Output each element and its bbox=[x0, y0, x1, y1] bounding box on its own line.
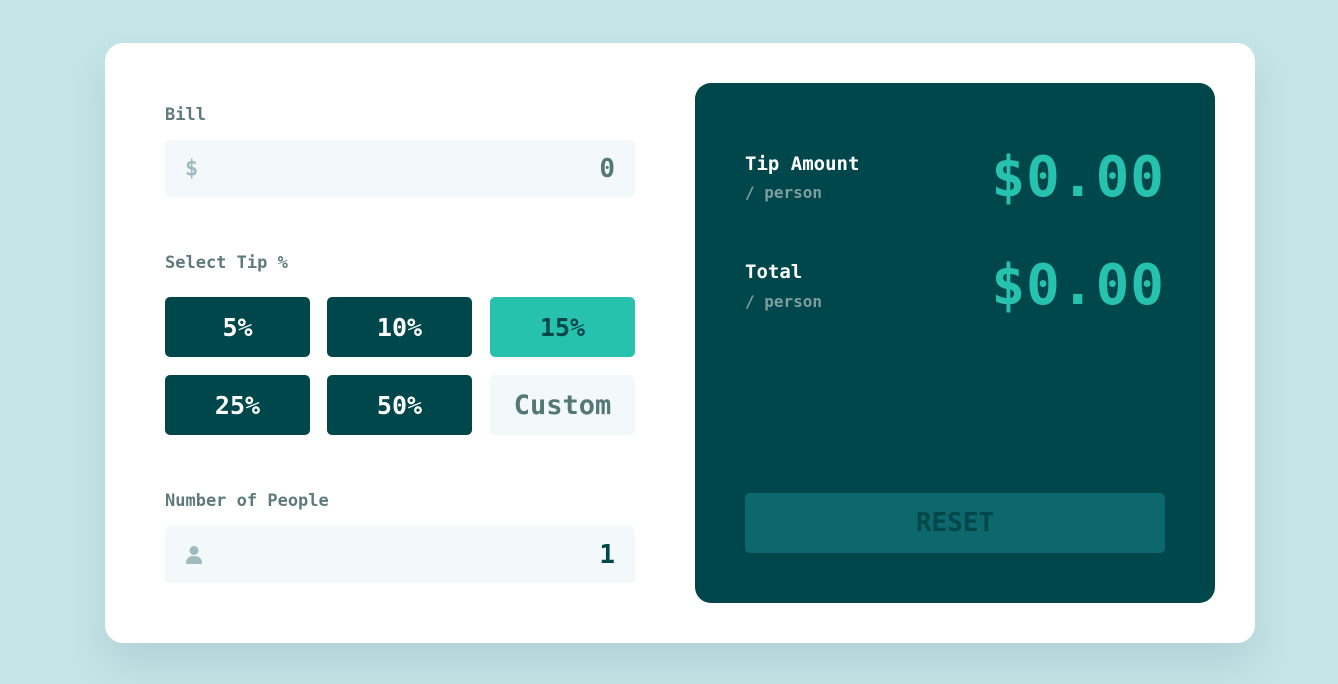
tip-button-25[interactable]: 25% bbox=[165, 375, 310, 435]
dollar-icon: $ bbox=[185, 156, 199, 181]
custom-tip-input[interactable]: Custom bbox=[490, 375, 635, 435]
tip-button-10[interactable]: 10% bbox=[327, 297, 472, 357]
tip-amount-sub: / person bbox=[745, 183, 823, 202]
reset-button[interactable]: RESET bbox=[745, 493, 1165, 553]
tip-amount-label: Tip Amount bbox=[745, 153, 860, 175]
people-value: 1 bbox=[599, 539, 615, 570]
select-tip-label: Select Tip % bbox=[165, 253, 288, 273]
tip-button-15[interactable]: 15% bbox=[490, 297, 635, 357]
total-label: Total bbox=[745, 261, 803, 283]
bill-label: Bill bbox=[165, 105, 206, 125]
tip-amount-value: $0.00 bbox=[991, 145, 1165, 210]
bill-input[interactable]: $ 0 bbox=[165, 140, 635, 197]
tip-button-5[interactable]: 5% bbox=[165, 297, 310, 357]
bill-value: 0 bbox=[599, 153, 615, 184]
total-sub: / person bbox=[745, 292, 823, 311]
person-icon bbox=[185, 545, 203, 565]
results-panel: Tip Amount / person $0.00 Total / person… bbox=[695, 83, 1215, 603]
people-label: Number of People bbox=[165, 491, 329, 511]
tip-button-50[interactable]: 50% bbox=[327, 375, 472, 435]
total-value: $0.00 bbox=[991, 253, 1165, 318]
people-input[interactable]: 1 bbox=[165, 526, 635, 583]
calculator-card: Bill $ 0 Select Tip % 5% 10% 15% 25% 50%… bbox=[105, 43, 1255, 643]
